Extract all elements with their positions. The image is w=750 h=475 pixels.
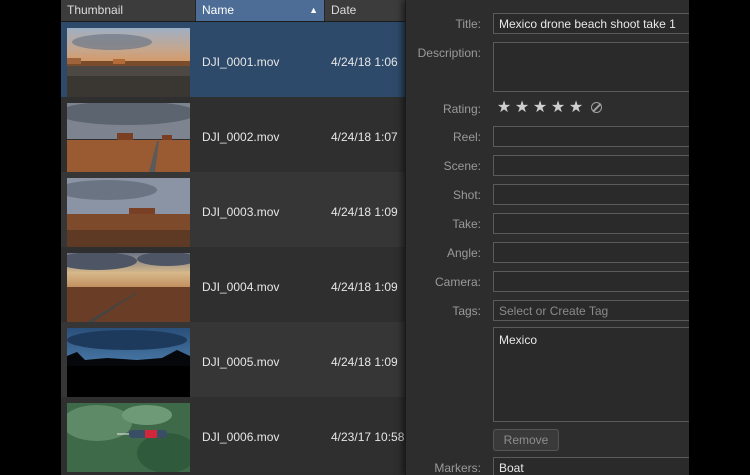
thumbnail-image [67, 403, 190, 472]
file-date: 4/24/18 1:09 [331, 280, 398, 294]
angle-field[interactable] [493, 242, 689, 263]
take-field[interactable] [493, 213, 689, 234]
media-browser-window: Thumbnail Name ▲ Date DJI_0001.mov 4/24/… [61, 0, 689, 475]
media-row-5[interactable]: DJI_0005.mov 4/24/18 1:09 [61, 322, 405, 397]
file-name: DJI_0004.mov [202, 280, 280, 294]
take-label: Take: [452, 217, 481, 231]
clear-rating-icon[interactable] [591, 102, 602, 113]
reel-field[interactable] [493, 126, 689, 147]
tags-label: Tags: [452, 304, 481, 318]
markers-field[interactable]: Boat [493, 457, 689, 475]
file-name: DJI_0003.mov [202, 205, 280, 219]
camera-label: Camera: [434, 275, 481, 289]
file-date: 4/24/18 1:09 [331, 205, 398, 219]
media-row-1[interactable]: DJI_0001.mov 4/24/18 1:06 [61, 22, 405, 97]
reel-label: Reel: [452, 130, 481, 144]
thumbnail-image [67, 103, 190, 172]
star-icon[interactable]: ★ [531, 99, 549, 117]
title-field[interactable]: Mexico drone beach shoot take 1 [493, 13, 689, 34]
file-name: DJI_0005.mov [202, 355, 280, 369]
scene-label: Scene: [443, 159, 481, 173]
star-icon[interactable]: ★ [513, 99, 531, 117]
star-icon[interactable]: ★ [495, 99, 513, 117]
file-date: 4/23/17 10:58 [331, 430, 405, 444]
thumbnail-image [67, 328, 190, 397]
rating-stars[interactable]: ★ ★ ★ ★ ★ [495, 99, 585, 117]
title-label: Title: [455, 17, 481, 31]
tag-list: Mexico [493, 327, 689, 422]
scene-field[interactable] [493, 155, 689, 176]
file-name: DJI_0001.mov [202, 55, 280, 69]
shot-label: Shot: [452, 188, 481, 202]
file-name: DJI_0002.mov [202, 130, 280, 144]
star-icon[interactable]: ★ [549, 99, 567, 117]
shot-field[interactable] [493, 184, 689, 205]
media-row-3[interactable]: DJI_0003.mov 4/24/18 1:09 [61, 172, 405, 247]
file-name: DJI_0006.mov [202, 430, 280, 444]
list-header: Thumbnail Name ▲ Date [61, 0, 405, 22]
star-icon[interactable]: ★ [567, 99, 585, 117]
sort-ascending-icon: ▲ [309, 5, 318, 15]
media-row-6[interactable]: DJI_0006.mov 4/23/17 10:58 [61, 397, 405, 472]
date-column-header[interactable]: Date [325, 0, 405, 21]
file-date: 4/24/18 1:07 [331, 130, 398, 144]
file-date: 4/24/18 1:09 [331, 355, 398, 369]
metadata-inspector: Title: Mexico drone beach shoot take 1 D… [405, 0, 689, 475]
thumbnail-image [67, 28, 190, 97]
thumbnail-image [67, 178, 190, 247]
tag-search-input[interactable]: Select or Create Tag [493, 300, 689, 321]
thumbnail-column-header[interactable]: Thumbnail [61, 0, 196, 21]
markers-label: Markers: [434, 461, 481, 475]
name-column-header[interactable]: Name ▲ [196, 0, 325, 21]
tag-item[interactable]: Mexico [499, 333, 687, 347]
description-field[interactable] [493, 42, 689, 92]
angle-label: Angle: [446, 246, 481, 260]
camera-field[interactable] [493, 271, 689, 292]
name-column-label: Name [202, 3, 235, 17]
media-list: Thumbnail Name ▲ Date DJI_0001.mov 4/24/… [61, 0, 405, 475]
description-label: Description: [417, 46, 481, 60]
remove-tag-button[interactable]: Remove [493, 429, 559, 451]
media-row-2[interactable]: DJI_0002.mov 4/24/18 1:07 [61, 97, 405, 172]
thumbnail-image [67, 253, 190, 322]
rating-label: Rating: [442, 102, 481, 116]
file-date: 4/24/18 1:06 [331, 55, 398, 69]
media-row-4[interactable]: DJI_0004.mov 4/24/18 1:09 [61, 247, 405, 322]
